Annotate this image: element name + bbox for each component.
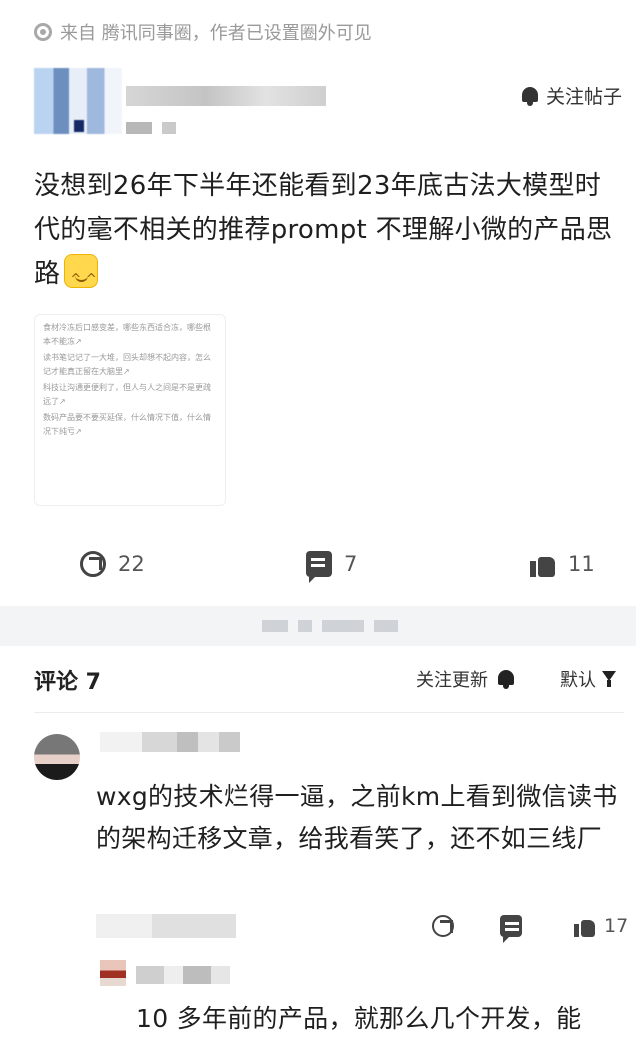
thumbs-up-icon	[574, 915, 596, 937]
image-line: 数码产品要不要买延保，什么情况下值，什么情况下纯亏↗	[43, 413, 211, 436]
follow-updates-button[interactable]: 关注更新	[416, 666, 516, 692]
divider-redacted	[322, 620, 364, 632]
comments-title: 评论 7	[34, 670, 101, 695]
follow-post-label: 关注帖子	[545, 86, 622, 108]
commenter-name-redacted	[100, 732, 240, 752]
author-meta-redacted-2	[162, 122, 176, 134]
follow-updates-label: 关注更新	[416, 670, 488, 691]
sort-label: 默认	[560, 670, 596, 691]
comment-icon	[500, 915, 522, 943]
sort-dropdown[interactable]: 默认	[560, 666, 618, 692]
image-line: 读书笔记记了一大堆，回头却想不起内容，怎么记才能真正留在大脑里↗	[43, 353, 211, 376]
bell-icon	[496, 668, 516, 690]
section-divider	[0, 606, 636, 646]
post-action-bar: 22 7 11	[0, 544, 636, 584]
comment-reply-button[interactable]	[500, 910, 530, 943]
share-icon	[80, 551, 106, 577]
reply-avatar[interactable]	[100, 960, 126, 986]
divider-redacted	[298, 620, 312, 632]
follow-post-button[interactable]: 关注帖子	[520, 82, 622, 109]
post-image[interactable]: 食材冷冻后口感变差，哪些东西适合冻，哪些根本不能冻↗ 读书笔记记了一大堆，回头却…	[34, 314, 226, 506]
source-line: 来自 腾讯同事圈，作者已设置圈外可见	[34, 20, 372, 44]
author-meta-redacted	[126, 122, 152, 134]
comment-count: 7	[344, 552, 358, 576]
bell-icon	[520, 85, 540, 107]
post-body: 没想到26年下半年还能看到23年底古法大模型时代的毫不相关的推荐prompt 不…	[34, 164, 624, 302]
source-text: 来自 腾讯同事圈，作者已设置圈外可见	[60, 23, 372, 44]
divider-line	[34, 712, 624, 713]
author-avatar[interactable]	[34, 68, 122, 134]
comment-text: wxg的技术烂得一逼，之前km上看到微信读书的架构迁移文章，给我看笑了，还不如三…	[96, 782, 618, 853]
share-button[interactable]: 22	[80, 544, 145, 584]
location-pin-icon	[34, 23, 52, 41]
author-name-redacted	[126, 86, 326, 106]
like-count: 11	[568, 552, 595, 576]
post-text: 没想到26年下半年还能看到23年底古法大模型时代的毫不相关的推荐prompt 不…	[34, 171, 613, 289]
comment-share-button[interactable]	[432, 910, 462, 942]
share-count: 22	[118, 552, 145, 576]
share-icon	[432, 915, 454, 937]
thumbs-up-icon	[530, 551, 556, 577]
reply-name-redacted	[136, 966, 230, 984]
comment-like-button[interactable]: 17	[574, 910, 628, 942]
filter-icon	[602, 671, 618, 687]
comments-header: 评论 7 关注更新 默认	[34, 664, 624, 695]
image-line: 科技让沟通更便利了，但人与人之间是不是更疏远了↗	[43, 383, 211, 406]
reply-text: 10 多年前的产品，就那么几个开发，能	[136, 1004, 582, 1033]
comment-button[interactable]: 7	[306, 544, 357, 584]
like-button[interactable]: 11	[530, 544, 595, 584]
comment-like-count: 17	[604, 915, 629, 937]
comment-icon	[306, 551, 332, 583]
smile-emoji-icon	[64, 254, 99, 302]
comment-action-bar: 17	[0, 910, 636, 943]
divider-redacted	[262, 620, 288, 632]
image-line: 食材冷冻后口感变差，哪些东西适合冻，哪些根本不能冻↗	[43, 323, 211, 346]
commenter-avatar[interactable]	[34, 734, 80, 780]
divider-redacted	[374, 620, 398, 632]
